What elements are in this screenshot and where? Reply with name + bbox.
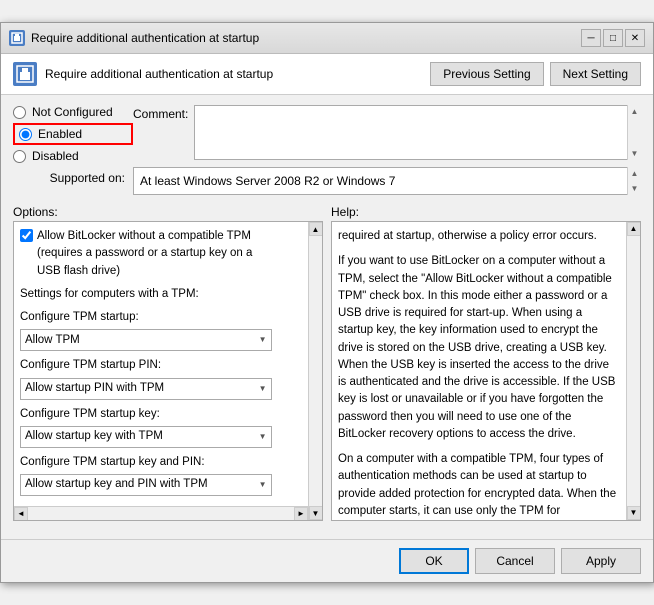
tpm-key-dropdown[interactable]: Allow startup key with TPM ▼	[20, 426, 272, 448]
tpm-pin-dropdown-arrow: ▼	[259, 383, 267, 395]
not-configured-option[interactable]: Not Configured	[13, 105, 133, 119]
next-setting-button[interactable]: Next Setting	[550, 62, 641, 86]
enabled-radio[interactable]	[19, 128, 32, 141]
options-help-row: Allow BitLocker without a compatible TPM…	[13, 221, 641, 521]
help-scroll-down[interactable]: ▼	[627, 506, 641, 520]
tpm-key-pin-dropdown-row: Allow startup key and PIN with TPM ▼	[20, 474, 316, 496]
supported-row: Supported on: At least Windows Server 20…	[13, 167, 641, 195]
disabled-label: Disabled	[32, 149, 79, 163]
configure-tpm-key-pin-label: Configure TPM startup key and PIN:	[20, 454, 316, 471]
tpm-key-pin-dropdown[interactable]: Allow startup key and PIN with TPM ▼	[20, 474, 272, 496]
dialog-body: Not Configured Enabled Disabled Comment:	[1, 95, 653, 539]
disabled-option[interactable]: Disabled	[13, 149, 133, 163]
header-left: Require additional authentication at sta…	[13, 62, 273, 86]
header-buttons: Previous Setting Next Setting	[430, 62, 641, 86]
help-para-1: required at startup, otherwise a policy …	[338, 228, 620, 245]
options-hscroll: ◄ ►	[14, 506, 308, 520]
help-vscroll: ▲ ▼	[626, 222, 640, 520]
disabled-radio[interactable]	[13, 150, 26, 163]
supported-scroll-up[interactable]: ▲	[629, 167, 641, 180]
title-bar: Require additional authentication at sta…	[1, 23, 653, 54]
ok-button[interactable]: OK	[399, 548, 469, 574]
configure-tpm-label: Configure TPM startup:	[20, 309, 316, 326]
tpm-key-dropdown-row: Allow startup key with TPM ▼	[20, 426, 316, 448]
help-scroll-up[interactable]: ▲	[627, 222, 641, 236]
comment-section: Comment: ▲ ▼	[133, 105, 641, 163]
configure-tpm-key-label: Configure TPM startup key:	[20, 406, 316, 423]
allow-bitlocker-checkbox[interactable]	[20, 229, 33, 242]
previous-setting-button[interactable]: Previous Setting	[430, 62, 543, 86]
title-bar-controls: ─ □ ✕	[581, 29, 645, 47]
tpm-startup-dropdown-row: Allow TPM ▼	[20, 329, 316, 351]
supported-label: Supported on:	[13, 167, 133, 185]
enabled-option[interactable]: Enabled	[13, 123, 133, 145]
help-panel: required at startup, otherwise a policy …	[331, 221, 641, 521]
apply-button[interactable]: Apply	[561, 548, 641, 574]
dialog-header: Require additional authentication at sta…	[1, 54, 653, 95]
supported-value: At least Windows Server 2008 R2 or Windo…	[133, 167, 641, 195]
supported-scroll-down[interactable]: ▼	[629, 182, 641, 195]
header-icon	[13, 62, 37, 86]
dialog-window: Require additional authentication at sta…	[0, 22, 654, 583]
comment-textarea[interactable]	[194, 105, 641, 160]
tpm-key-dropdown-arrow: ▼	[259, 431, 267, 443]
options-hscroll-left[interactable]: ◄	[14, 507, 28, 521]
dialog-footer: OK Cancel Apply	[1, 539, 653, 582]
tpm-key-pin-dropdown-arrow: ▼	[259, 479, 267, 491]
tpm-pin-dropdown[interactable]: Allow startup PIN with TPM ▼	[20, 378, 272, 400]
comment-scroll-up[interactable]: ▲	[629, 105, 641, 118]
help-label: Help:	[331, 205, 641, 219]
header-title: Require additional authentication at sta…	[45, 67, 273, 81]
tpm-startup-dropdown[interactable]: Allow TPM ▼	[20, 329, 272, 351]
options-label: Options:	[13, 205, 323, 219]
options-vscroll: ▲ ▼	[308, 222, 322, 520]
options-content: Allow BitLocker without a compatible TPM…	[20, 228, 316, 496]
options-scroll-up[interactable]: ▲	[309, 222, 323, 236]
options-panel: Allow BitLocker without a compatible TPM…	[13, 221, 323, 521]
title-bar-text: Require additional authentication at sta…	[31, 31, 575, 45]
not-configured-radio[interactable]	[13, 106, 26, 119]
help-para-2: If you want to use BitLocker on a comput…	[338, 253, 620, 443]
cancel-button[interactable]: Cancel	[475, 548, 555, 574]
help-para-3: On a computer with a compatible TPM, fou…	[338, 451, 620, 521]
tpm-pin-dropdown-row: Allow startup PIN with TPM ▼	[20, 378, 316, 400]
comment-scroll-down[interactable]: ▼	[629, 147, 641, 160]
options-scroll-down[interactable]: ▼	[309, 506, 323, 520]
not-configured-label: Not Configured	[32, 105, 113, 119]
help-content: required at startup, otherwise a policy …	[338, 228, 634, 521]
radio-section: Not Configured Enabled Disabled	[13, 105, 133, 163]
enabled-label: Enabled	[38, 127, 82, 141]
comment-label: Comment:	[133, 107, 188, 121]
maximize-button[interactable]: □	[603, 29, 623, 47]
configure-tpm-pin-label: Configure TPM startup PIN:	[20, 357, 316, 374]
tpm-settings-label: Settings for computers with a TPM:	[20, 286, 316, 303]
supported-scrollbar: ▲ ▼	[627, 167, 641, 195]
title-bar-icon	[9, 30, 25, 46]
allow-bitlocker-label: Allow BitLocker without a compatible TPM…	[37, 228, 252, 280]
close-button[interactable]: ✕	[625, 29, 645, 47]
allow-bitlocker-checkbox-row[interactable]: Allow BitLocker without a compatible TPM…	[20, 228, 316, 280]
tpm-startup-dropdown-arrow: ▼	[259, 334, 267, 346]
options-hscroll-right[interactable]: ►	[294, 507, 308, 521]
minimize-button[interactable]: ─	[581, 29, 601, 47]
